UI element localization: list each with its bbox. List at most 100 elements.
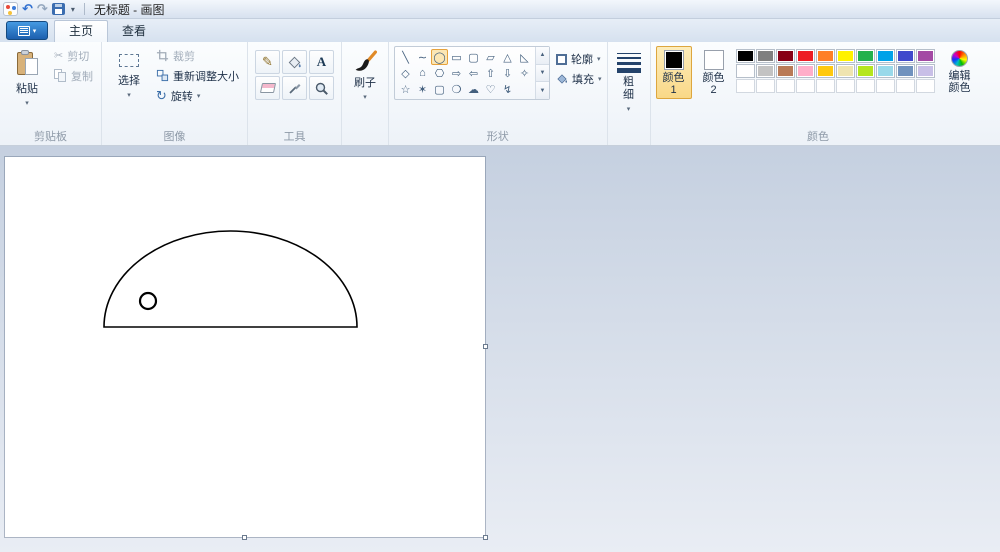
save-button[interactable] (51, 3, 65, 15)
palette-color-r0-c9[interactable] (915, 49, 935, 63)
custom-color-slot-7[interactable] (875, 79, 895, 93)
qat-customize-button[interactable]: ▾ (69, 5, 77, 14)
shape-hexagon-button[interactable]: ⎔ (431, 65, 448, 81)
palette-color-r0-c6[interactable] (855, 49, 875, 63)
canvas[interactable] (5, 157, 485, 537)
chevron-down-icon: ▾ (196, 92, 201, 100)
tools-group-label: 工具 (283, 131, 306, 143)
custom-color-slot-4[interactable] (815, 79, 835, 93)
chevron-down-icon: ▾ (598, 76, 602, 83)
palette-color-r1-c9[interactable] (915, 64, 935, 78)
shape-arrow-left-button[interactable]: ⇦ (465, 65, 482, 81)
palette-color-r0-c1[interactable] (755, 49, 775, 63)
redo-button[interactable]: ↷ (37, 2, 48, 16)
canvas-resize-handle-bottom[interactable] (242, 535, 247, 540)
shape-arrow-up-button[interactable]: ⇧ (482, 65, 499, 81)
palette-color-r1-c3[interactable] (795, 64, 815, 78)
outline-label: 轮廓 (571, 54, 593, 66)
shape-oval-button[interactable]: ◯ (431, 49, 448, 65)
pencil-tool-button[interactable]: ✎ (255, 50, 280, 74)
separator (83, 3, 85, 15)
color2-button[interactable]: 颜色 2 (696, 46, 732, 99)
palette-color-r1-c1[interactable] (755, 64, 775, 78)
tools-group: ✎ A 工具 (248, 42, 342, 145)
shape-pentagon-button[interactable]: ⌂ (414, 65, 431, 81)
outline-button[interactable]: 轮廓 ▾ (556, 51, 602, 67)
shape-curve-button[interactable]: ∼ (414, 49, 431, 65)
palette-color-r0-c5[interactable] (835, 49, 855, 63)
text-tool-button[interactable]: A (309, 50, 334, 74)
shape-arrow-right-button[interactable]: ⇨ (448, 65, 465, 81)
work-area (0, 146, 1000, 552)
shape-five-point-star-button[interactable]: ☆ (397, 81, 414, 97)
shapes-scroll-down-button[interactable]: ▼ (536, 64, 549, 83)
shape-oval-callout-button[interactable]: ❍ (448, 81, 465, 97)
brushes-button[interactable]: 刷子 ▾ (345, 44, 385, 101)
shape-cloud-callout-button[interactable]: ☁ (465, 81, 482, 97)
shape-six-point-star-button[interactable]: ✶ (414, 81, 431, 97)
color-picker-tool-button[interactable] (282, 76, 307, 100)
color1-button[interactable]: 颜色 1 (655, 46, 692, 99)
palette-color-r0-c4[interactable] (815, 49, 835, 63)
edit-colors-button[interactable]: 编辑颜色 (939, 46, 981, 94)
palette-color-r0-c3[interactable] (795, 49, 815, 63)
custom-color-slot-9[interactable] (915, 79, 935, 93)
tab-view[interactable]: 查看 (108, 21, 160, 42)
shapes-more-button[interactable]: ▼ (536, 82, 549, 100)
eraser-tool-button[interactable] (255, 76, 280, 100)
custom-color-slot-2[interactable] (775, 79, 795, 93)
menu-button[interactable]: ▾ (6, 21, 48, 40)
shape-rectangle-button[interactable]: ▭ (448, 49, 465, 65)
palette-color-r1-c7[interactable] (875, 64, 895, 78)
shape-rounded-rectangle-button[interactable]: ▢ (465, 49, 482, 65)
palette-color-r1-c4[interactable] (815, 64, 835, 78)
shape-heart-button[interactable]: ♡ (482, 81, 499, 97)
color2-swatch (703, 50, 724, 70)
custom-color-slot-0[interactable] (735, 79, 755, 93)
paste-clipboard-icon (16, 50, 38, 77)
text-tool-icon: A (316, 54, 327, 69)
shape-right-triangle-button[interactable]: ◺ (516, 49, 533, 65)
shapes-scroll-up-button[interactable]: ▲ (536, 47, 549, 65)
palette-color-r0-c8[interactable] (895, 49, 915, 63)
magnifier-tool-button[interactable] (309, 76, 334, 100)
shape-four-point-star-button[interactable]: ✧ (516, 65, 533, 81)
custom-color-slot-3[interactable] (795, 79, 815, 93)
edit-colors-label: 编辑颜色 (948, 70, 971, 94)
resize-button[interactable]: 重新调整大小 (153, 66, 242, 85)
clipboard-group-label: 剪贴板 (34, 131, 67, 143)
shape-line-button[interactable]: ╲ (397, 49, 414, 65)
custom-color-slot-5[interactable] (835, 79, 855, 93)
cut-button[interactable]: ✂ 剪切 (51, 46, 96, 65)
palette-color-r1-c5[interactable] (835, 64, 855, 78)
paste-button[interactable]: 粘贴 ▾ (5, 46, 49, 107)
fill-tool-button[interactable] (282, 50, 307, 74)
palette-color-r1-c6[interactable] (855, 64, 875, 78)
palette-color-r0-c0[interactable] (735, 49, 755, 63)
palette-color-r1-c8[interactable] (895, 64, 915, 78)
rotate-button[interactable]: ↻ 旋转 ▾ (153, 86, 242, 105)
custom-color-slot-8[interactable] (895, 79, 915, 93)
canvas-resize-handle-right[interactable] (483, 344, 488, 349)
shape-polygon-button[interactable]: ▱ (482, 49, 499, 65)
palette-color-r1-c0[interactable] (735, 64, 755, 78)
undo-button[interactable]: ↶ (22, 2, 33, 16)
palette-color-r1-c2[interactable] (775, 64, 795, 78)
shape-lightning-button[interactable]: ↯ (499, 81, 516, 97)
tab-home[interactable]: 主页 (54, 20, 109, 42)
palette-color-r0-c7[interactable] (875, 49, 895, 63)
canvas-resize-handle-corner[interactable] (483, 535, 488, 540)
select-button[interactable]: 选择 ▾ (107, 46, 151, 99)
copy-button[interactable]: 复制 (51, 66, 96, 85)
palette-color-r0-c2[interactable] (775, 49, 795, 63)
crop-button[interactable]: 裁剪 (153, 46, 242, 65)
size-button[interactable]: 粗细 ▾ (611, 44, 647, 113)
shape-triangle-button[interactable]: △ (499, 49, 516, 65)
custom-color-slot-1[interactable] (755, 79, 775, 93)
shape-rounded-callout-button[interactable]: ▢ (431, 81, 448, 97)
custom-color-slot-6[interactable] (855, 79, 875, 93)
shape-arrow-down-button[interactable]: ⇩ (499, 65, 516, 81)
shape-fill-button[interactable]: 填充 ▾ (556, 71, 602, 87)
shape-diamond-button[interactable]: ◇ (397, 65, 414, 81)
shapes-group: ╲ ∼ ◯ ▭ ▢ ▱ △ ◺ ◇ ⌂ ⎔ ⇨ ⇦ ⇧ ⇩ ✧ ☆ ✶ ▢ ❍ ☁ ♡ ↯ ▲ ▼ ▼ 轮廓 ▾ (389, 42, 608, 145)
